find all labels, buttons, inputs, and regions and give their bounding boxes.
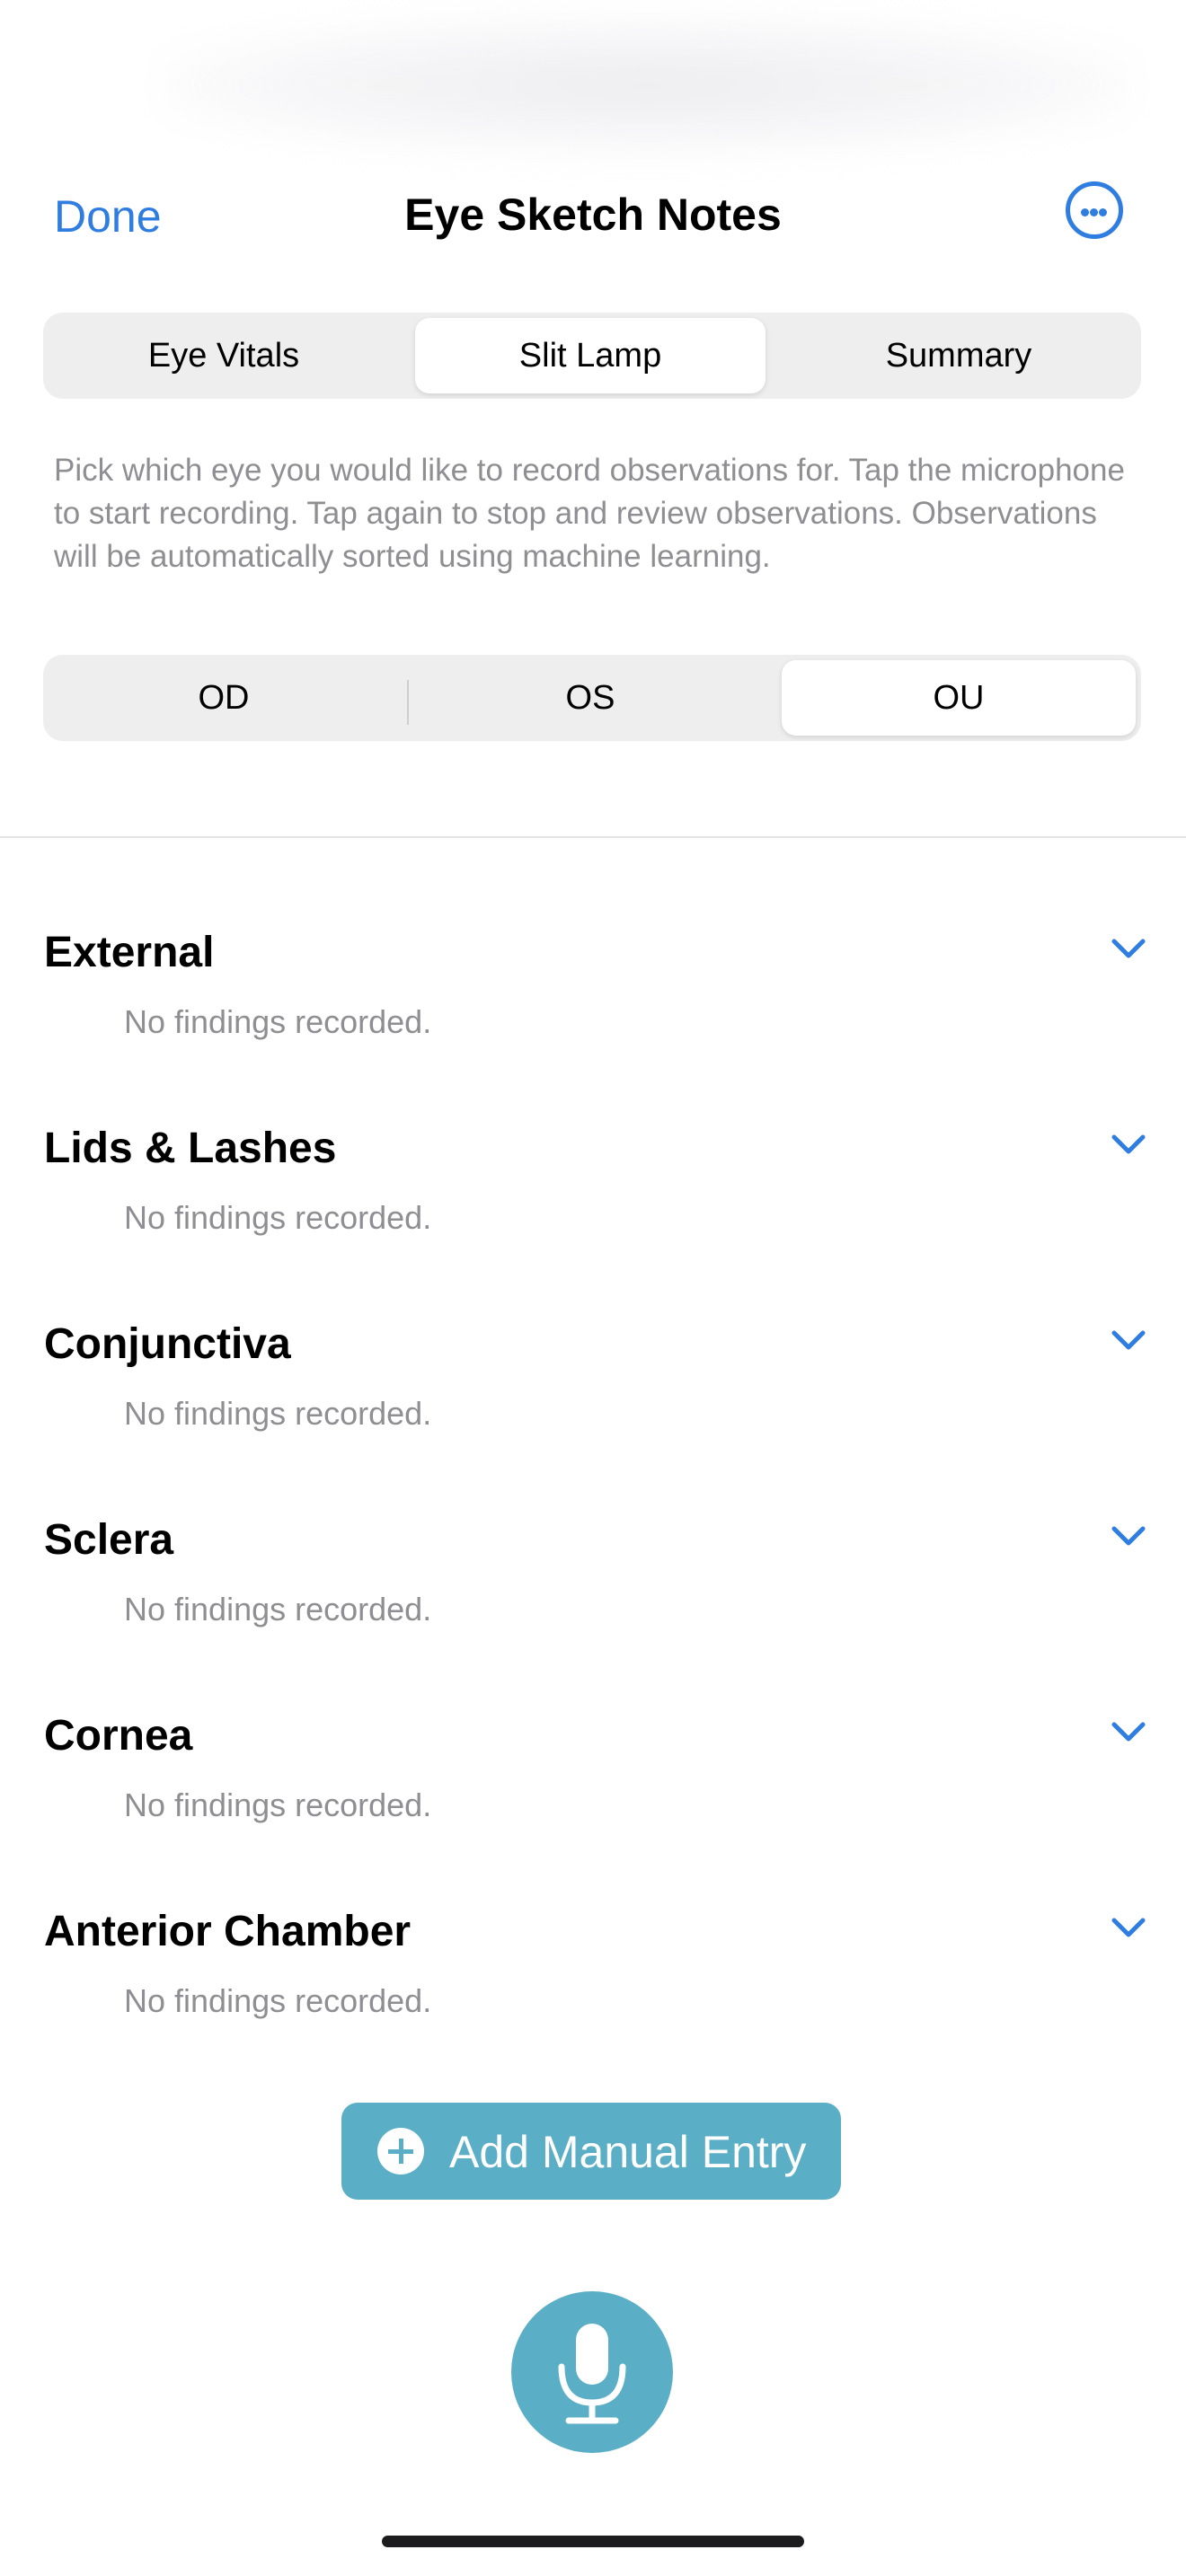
add-manual-entry-button[interactable]: Add Manual Entry	[341, 2103, 841, 2200]
add-manual-entry-label: Add Manual Entry	[449, 2127, 807, 2177]
home-indicator	[382, 2536, 804, 2547]
chevron-down-icon[interactable]	[1111, 1524, 1146, 1548]
divider	[0, 836, 1186, 838]
tab-summary[interactable]: Summary	[782, 318, 1136, 393]
eye-option-ou[interactable]: OU	[782, 660, 1136, 736]
eye-option-od[interactable]: OD	[49, 660, 399, 736]
empty-findings-text: No findings recorded.	[124, 1591, 432, 1628]
section-title: External	[44, 929, 215, 976]
instructions-text: Pick which eye you would like to record …	[54, 453, 1125, 574]
tab-eye-vitals[interactable]: Eye Vitals	[49, 318, 399, 393]
chevron-down-icon[interactable]	[1111, 1133, 1146, 1156]
navigation-bar: Done Eye Sketch Notes	[0, 171, 1186, 251]
segment-divider	[407, 680, 409, 725]
dot	[1099, 208, 1107, 216]
section-sclera[interactable]: Sclera No findings recorded.	[0, 1515, 1186, 1704]
microphone-icon	[558, 2324, 626, 2424]
dot	[1090, 208, 1098, 216]
chevron-down-icon[interactable]	[1111, 1916, 1146, 1939]
section-lids-lashes[interactable]: Lids & Lashes No findings recorded.	[0, 1124, 1186, 1312]
section-title: Lids & Lashes	[44, 1125, 337, 1172]
record-button[interactable]	[511, 2291, 673, 2453]
mode-tabs: Eye Vitals Slit Lamp Summary	[43, 313, 1141, 399]
plus-circle-icon	[377, 2128, 424, 2175]
eye-selector: OD OS OU	[43, 655, 1141, 741]
chevron-down-icon[interactable]	[1111, 1328, 1146, 1352]
chevron-down-icon[interactable]	[1111, 1720, 1146, 1743]
empty-findings-text: No findings recorded.	[124, 1395, 432, 1432]
tab-slit-lamp[interactable]: Slit Lamp	[415, 318, 766, 393]
empty-findings-text: No findings recorded.	[124, 1786, 432, 1823]
empty-findings-text: No findings recorded.	[124, 1199, 432, 1236]
empty-findings-text: No findings recorded.	[124, 1003, 432, 1040]
eye-option-os[interactable]: OS	[415, 660, 766, 736]
chevron-down-icon[interactable]	[1111, 937, 1146, 960]
more-options-icon[interactable]	[1066, 181, 1123, 239]
section-cornea[interactable]: Cornea No findings recorded.	[0, 1711, 1186, 1900]
section-external[interactable]: External No findings recorded.	[0, 928, 1186, 1116]
section-title: Conjunctiva	[44, 1320, 291, 1368]
page-title: Eye Sketch Notes	[404, 190, 782, 240]
section-title: Anterior Chamber	[44, 1908, 412, 1955]
background-blur	[162, 18, 1132, 153]
section-title: Sclera	[44, 1516, 174, 1564]
dot	[1081, 208, 1089, 216]
empty-findings-text: No findings recorded.	[124, 1982, 432, 2019]
section-conjunctiva[interactable]: Conjunctiva No findings recorded.	[0, 1319, 1186, 1508]
section-anterior-chamber[interactable]: Anterior Chamber No findings recorded.	[0, 1907, 1186, 2095]
section-title: Cornea	[44, 1712, 193, 1760]
